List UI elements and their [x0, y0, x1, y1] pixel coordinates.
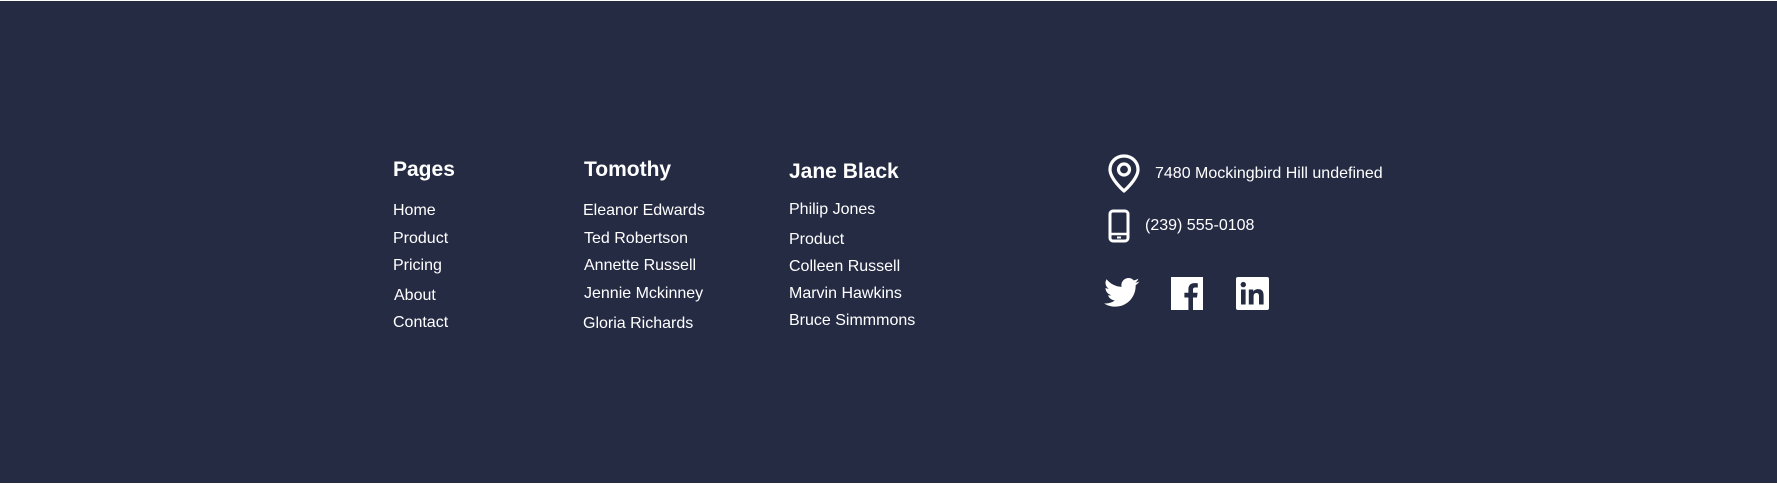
footer-link[interactable]: Bruce Simmmons — [789, 312, 915, 330]
footer-link[interactable]: Marvin Hawkins — [789, 285, 902, 303]
column-title: Pages — [393, 158, 455, 181]
location-pin-icon — [1107, 154, 1141, 194]
footer-link[interactable]: Jennie Mckinney — [584, 285, 703, 303]
contact-phone: (239) 555-0108 — [1107, 209, 1254, 243]
footer-link-about[interactable]: About — [394, 287, 436, 305]
footer-link-home[interactable]: Home — [393, 202, 436, 220]
footer-link[interactable]: Ted Robertson — [584, 230, 688, 248]
footer-link-contact[interactable]: Contact — [393, 314, 448, 332]
footer-link[interactable]: Philip Jones — [789, 201, 875, 219]
column-title: Jane Black — [789, 160, 899, 183]
address-text: 7480 Mockingbird Hill undefined — [1155, 165, 1383, 182]
phone-icon — [1107, 209, 1131, 243]
facebook-icon[interactable] — [1171, 277, 1203, 315]
column-title: Tomothy — [584, 158, 672, 181]
footer-link[interactable]: Eleanor Edwards — [583, 202, 705, 220]
contact-address: 7480 Mockingbird Hill undefined — [1107, 154, 1383, 194]
footer-link[interactable]: Colleen Russell — [789, 258, 900, 276]
footer-link-pricing[interactable]: Pricing — [393, 257, 442, 275]
phone-text[interactable]: (239) 555-0108 — [1145, 217, 1254, 235]
twitter-icon[interactable] — [1104, 277, 1140, 314]
footer-link[interactable]: Gloria Richards — [583, 315, 693, 333]
footer-link[interactable]: Annette Russell — [584, 257, 696, 275]
footer: Pages Home Product Pricing About Contact… — [0, 1, 1777, 483]
footer-link[interactable]: Product — [789, 231, 844, 249]
linkedin-icon[interactable] — [1236, 277, 1269, 315]
footer-link-product[interactable]: Product — [393, 230, 448, 248]
